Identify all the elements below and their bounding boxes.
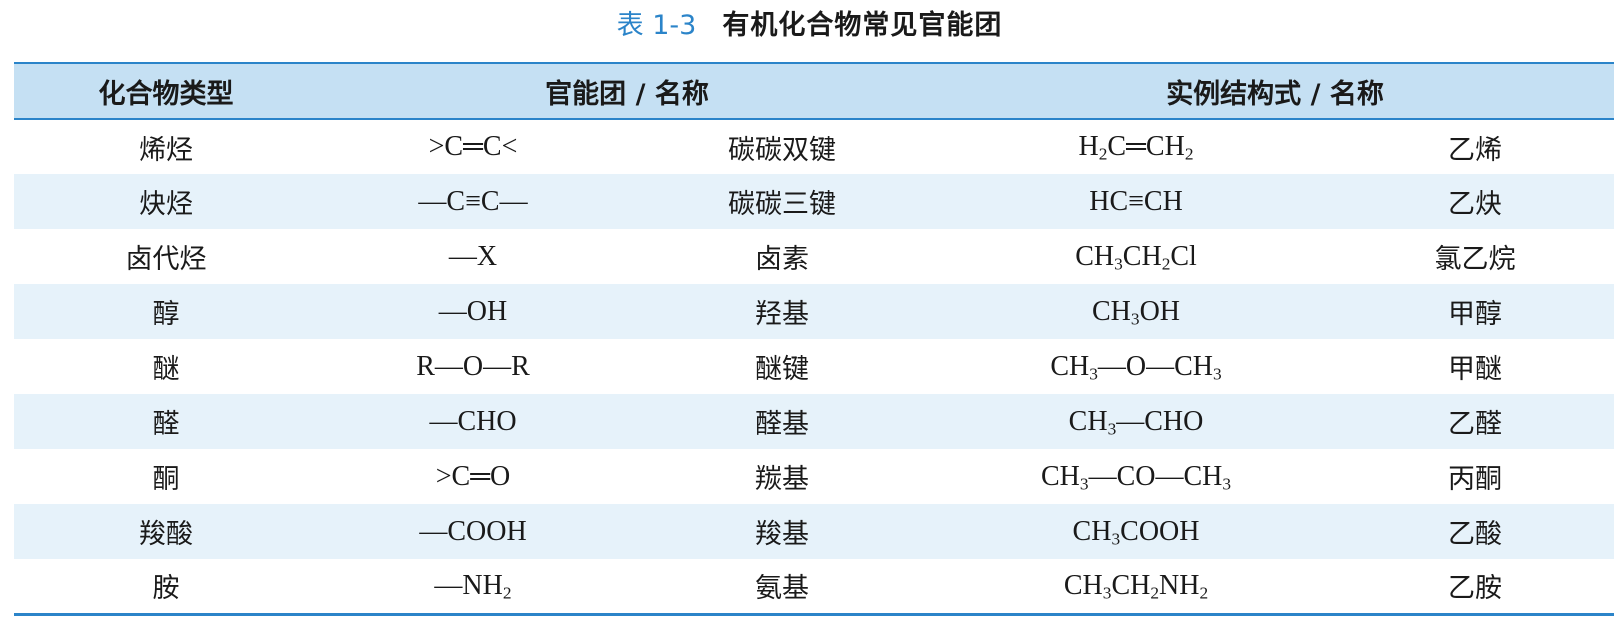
cell-functional-group: —NH2 xyxy=(434,569,512,603)
cell-group-name: 碳碳双键 xyxy=(728,134,836,166)
cell-functional-group: —C≡C— xyxy=(418,185,528,217)
functional-groups-table: 化合物类型 官能团 / 名称 实例结构式 / 名称 烯烃 >C═C< 碳碳双键 H2C… xyxy=(14,62,1615,616)
cell-functional-group: —COOH xyxy=(419,515,527,547)
cell-example-name: 氯乙烷 xyxy=(1434,244,1516,275)
cell-group-name: 醛基 xyxy=(755,409,809,440)
cell-group-name: 醚键 xyxy=(755,354,809,385)
table-caption: 表 1-3 有机化合物常见官能团 xyxy=(0,6,1619,46)
cell-compound-type: 醚 xyxy=(152,354,180,385)
cell-example-formula: CH3OH xyxy=(1091,295,1181,328)
table-row: 醇 —OH 羟基 CH3OH 甲醇 xyxy=(14,284,1615,339)
table-row: 羧酸 —COOH 羧基 CH3COOH 乙酸 xyxy=(14,504,1615,559)
cell-functional-group: >C═C< xyxy=(428,131,518,162)
header-example: 实例结构式 / 名称 xyxy=(1166,78,1384,110)
cell-example-name: 乙烯 xyxy=(1448,134,1503,166)
cell-compound-type: 醛 xyxy=(152,409,180,440)
table-row: 酮 >C═O 羰基 CH3—CO—CH3 丙酮 xyxy=(14,449,1614,504)
functional-groups-table-container: 化合物类型 官能团 / 名称 实例结构式 / 名称 烯烃 >C═C< 碳碳双键 H2C… xyxy=(14,62,1615,616)
table-header-row: 化合物类型 官能团 / 名称 实例结构式 / 名称 xyxy=(14,63,1615,119)
cell-example-name: 甲醚 xyxy=(1448,354,1503,385)
cell-functional-group: >C═O xyxy=(435,460,511,492)
table-row: 胺 —NH2 氨基 CH3CH2NH2 乙胺 xyxy=(14,559,1615,614)
cell-example-name: 丙酮 xyxy=(1448,464,1503,495)
cell-group-name: 氨基 xyxy=(755,573,809,605)
cell-functional-group: —OH xyxy=(438,295,508,327)
cell-group-name: 羟基 xyxy=(755,299,809,330)
table-row: 醚 R—O—R 醚键 CH3—O—CH3 甲醚 xyxy=(14,339,1614,394)
cell-example-name: 甲醇 xyxy=(1448,299,1503,330)
table-title: 有机化合物常见官能团 xyxy=(722,10,1003,41)
header-compound-type: 化合物类型 xyxy=(98,78,234,110)
cell-compound-type: 羧酸 xyxy=(139,519,193,550)
cell-example-formula: CH3—O—CH3 xyxy=(1050,350,1222,383)
cell-group-name: 碳碳三键 xyxy=(728,189,836,220)
cell-example-name: 乙酸 xyxy=(1448,519,1503,550)
cell-functional-group: R—O—R xyxy=(416,350,530,382)
cell-example-formula: CH3COOH xyxy=(1072,515,1200,548)
cell-example-formula: H2C═CH2 xyxy=(1078,131,1194,164)
cell-compound-type: 醇 xyxy=(152,299,180,330)
cell-example-name: 乙炔 xyxy=(1448,189,1503,220)
cell-compound-type: 酮 xyxy=(152,464,180,495)
cell-example-formula: CH3—CO—CH3 xyxy=(1040,460,1232,493)
cell-compound-type: 卤代烃 xyxy=(125,244,207,275)
table-number: 表 1-3 xyxy=(616,10,697,41)
table-row: 炔烃 —C≡C— 碳碳三键 HC≡CH 乙炔 xyxy=(14,174,1615,229)
header-functional-group: 官能团 / 名称 xyxy=(545,78,709,110)
table-row: 卤代烃 —X 卤素 CH3CH2Cl 氯乙烷 xyxy=(14,229,1614,284)
cell-compound-type: 胺 xyxy=(152,573,180,605)
cell-example-formula: CH3CH2NH2 xyxy=(1063,569,1209,603)
table-row: 醛 —CHO 醛基 CH3—CHO 乙醛 xyxy=(14,394,1615,449)
cell-group-name: 卤素 xyxy=(755,244,809,275)
cell-example-name: 乙醛 xyxy=(1448,409,1503,440)
cell-compound-type: 烯烃 xyxy=(139,134,193,166)
cell-example-formula: CH3CH2Cl xyxy=(1075,240,1197,273)
cell-group-name: 羰基 xyxy=(755,464,809,495)
cell-functional-group: —X xyxy=(448,240,498,272)
table-row: 烯烃 >C═C< 碳碳双键 H2C═CH2 乙烯 xyxy=(14,119,1614,174)
cell-group-name: 羧基 xyxy=(755,519,809,550)
cell-compound-type: 炔烃 xyxy=(139,189,193,220)
cell-functional-group: —CHO xyxy=(429,405,517,437)
cell-example-formula: HC≡CH xyxy=(1089,185,1183,217)
table-body: 烯烃 >C═C< 碳碳双键 H2C═CH2 乙烯炔烃 —C≡C— 碳碳三键 HC≡CH 乙炔卤代… xyxy=(14,119,1615,614)
cell-example-formula: CH3—CHO xyxy=(1068,405,1204,438)
cell-example-name: 乙胺 xyxy=(1448,573,1503,605)
